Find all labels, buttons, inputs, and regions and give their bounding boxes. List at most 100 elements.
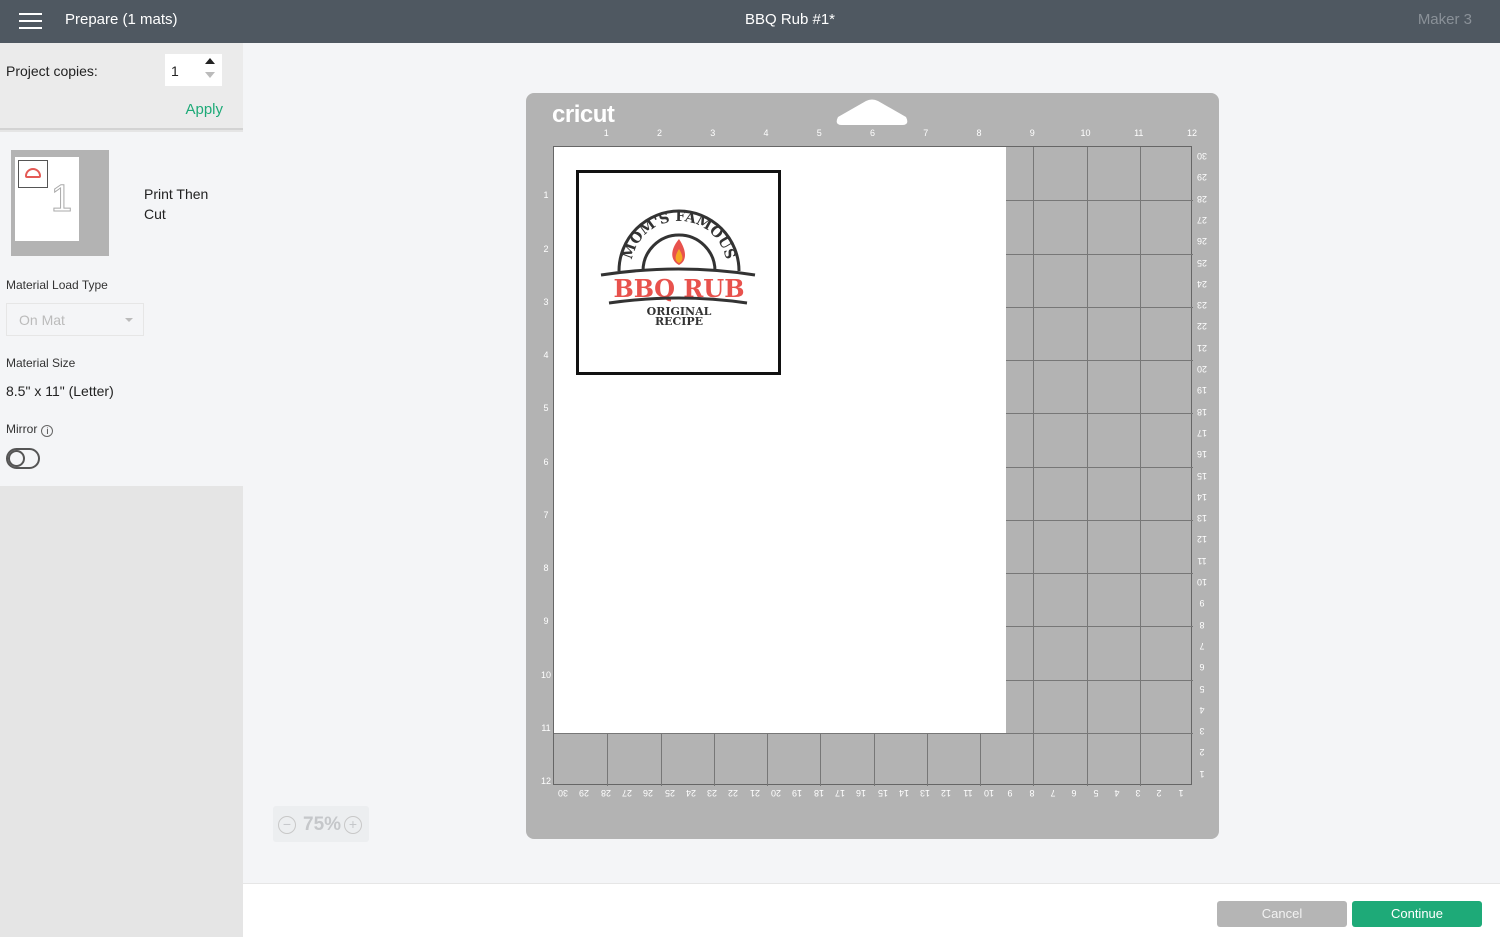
ruler-bottom-label: 21 [749, 788, 760, 798]
ruler-top-label: 10 [1080, 128, 1091, 138]
ruler-right-label: 9 [1199, 598, 1205, 609]
design-bbq-rub[interactable]: MOM'S FAMOUS BBQ RUB ORIGINAL RECIPE [576, 170, 781, 375]
mirror-toggle[interactable] [6, 448, 40, 469]
mirror-label: Mirror [6, 422, 38, 436]
bbq-rub-logo: MOM'S FAMOUS BBQ RUB ORIGINAL RECIPE [600, 209, 756, 328]
ruler-right-label: 21 [1197, 342, 1208, 353]
ruler-top-label: 4 [763, 128, 769, 138]
ruler-bottom-label: 22 [728, 788, 739, 798]
zoom-control: − 75% + [273, 806, 369, 842]
ruler-right-label: 7 [1199, 640, 1205, 651]
ruler-left-label: 3 [543, 296, 549, 307]
ruler-top-label: 1 [603, 128, 609, 138]
continue-button[interactable]: Continue [1352, 901, 1482, 927]
load-type-label: Material Load Type [6, 278, 108, 292]
copies-value: 1 [171, 63, 179, 79]
ruler-right-label: 19 [1197, 385, 1208, 396]
ruler-left-label: 2 [543, 243, 549, 254]
ruler-bottom-label: 9 [1007, 788, 1013, 798]
ruler-bottom-label: 8 [1029, 788, 1035, 798]
zoom-in-icon[interactable]: + [344, 816, 362, 834]
ruler-right-label: 29 [1197, 172, 1208, 183]
ruler-bottom-label: 29 [579, 788, 590, 798]
ruler-left-label: 8 [543, 563, 549, 573]
sidebar: Project copies: 1 Apply 1 Print Then Cut… [0, 43, 243, 937]
ruler-bottom-label: 16 [856, 788, 867, 798]
chevron-down-icon [125, 318, 133, 322]
ruler-left-label: 9 [543, 616, 549, 627]
ruler-left-label: 11 [541, 722, 551, 733]
thumbnail-design [18, 160, 48, 188]
mat-number: 1 [50, 178, 73, 221]
ruler-right-label: 18 [1197, 406, 1208, 417]
ruler-bottom-label: 25 [664, 788, 675, 798]
ruler-right-label: 15 [1197, 470, 1208, 481]
ruler-bottom-label: 10 [984, 788, 995, 798]
increment-arrow-icon[interactable] [205, 58, 215, 64]
ruler-bottom-label: 18 [813, 788, 824, 798]
ruler-right-label: 16 [1197, 449, 1208, 460]
project-title: BBQ Rub #1* [744, 11, 836, 28]
ruler-top-label: 12 [1186, 128, 1197, 138]
ruler-right-label: 25 [1197, 257, 1208, 268]
ruler-top-label: 7 [923, 128, 929, 138]
ruler-top-label: 5 [816, 128, 822, 138]
ruler-bottom-label: 3 [1135, 788, 1141, 798]
load-type-value: On Mat [19, 312, 65, 328]
mat-mode: Print Then Cut [144, 186, 209, 222]
cutting-mat: cricut MOM'S FAMOUS BBQ RUB ORIGINAL REC… [526, 93, 1219, 839]
ruler-right-label: 8 [1199, 619, 1205, 630]
ruler-bottom-label: 27 [621, 788, 632, 798]
mat-settings: 1 Print Then Cut Material Load Type On M… [0, 132, 243, 486]
machine-selector[interactable]: Maker 3 [1418, 11, 1472, 28]
ruler-top-label: 2 [656, 128, 662, 138]
ruler-bottom-label: 30 [558, 788, 569, 798]
apply-button[interactable]: Apply [185, 101, 223, 118]
ruler-bottom-label: 12 [941, 788, 952, 798]
ruler-right-label: 28 [1197, 193, 1208, 204]
ruler-left-label: 7 [543, 509, 549, 520]
line2-text: RECIPE [655, 315, 703, 328]
info-icon[interactable]: i [41, 425, 54, 437]
ruler-bottom-label: 17 [834, 788, 845, 798]
ruler-left-label: 1 [543, 190, 549, 201]
cancel-button[interactable]: Cancel [1217, 901, 1347, 927]
ruler-top-label: 6 [869, 128, 875, 138]
ruler-bottom-label: 6 [1071, 788, 1077, 798]
ruler-bottom-label: 11 [963, 788, 973, 798]
cricut-logo: cricut [552, 101, 615, 128]
ruler-bottom-label: 24 [685, 788, 696, 798]
top-bar: Prepare (1 mats) BBQ Rub #1* Maker 3 [0, 0, 1500, 43]
zoom-level: 75% [303, 814, 342, 835]
ruler-right-label: 14 [1197, 491, 1208, 502]
ruler-bottom-label: 20 [771, 788, 782, 798]
ruler-right-label: 12 [1197, 534, 1208, 545]
ruler-right-label: 23 [1197, 300, 1208, 311]
ruler-bottom-label: 4 [1114, 788, 1120, 798]
ruler-left-label: 6 [543, 456, 549, 467]
ruler-bottom-label: 5 [1093, 788, 1099, 798]
ruler-right-label: 3 [1199, 726, 1205, 737]
ruler-right-label: 20 [1197, 364, 1208, 374]
mat-thumbnail[interactable]: 1 [11, 150, 109, 256]
load-type-select[interactable]: On Mat [6, 303, 144, 336]
ruler-bottom-label: 1 [1178, 788, 1184, 798]
zoom-out-icon[interactable]: − [278, 816, 296, 834]
ruler-right-label: 5 [1199, 683, 1205, 694]
ruler-bottom-label: 13 [920, 788, 931, 798]
ruler-right-label: 13 [1197, 513, 1208, 524]
ruler-bottom-label: 26 [643, 788, 654, 798]
ruler-right-label: 2 [1199, 747, 1205, 758]
project-copies-panel: Project copies: 1 Apply [0, 43, 243, 130]
ruler-bottom-label: 2 [1156, 788, 1162, 798]
ruler-right-label: 6 [1199, 662, 1205, 673]
ruler-right-label: 27 [1197, 214, 1208, 225]
decrement-arrow-icon[interactable] [205, 72, 215, 78]
ruler-bottom-label: 14 [898, 788, 909, 798]
ruler-right-label: 22 [1197, 321, 1208, 332]
ruler-left-label: 12 [540, 776, 551, 786]
ruler-top-label: 11 [1134, 128, 1144, 138]
ruler-bottom-label: 23 [707, 788, 718, 798]
ruler-top-label: 8 [976, 128, 982, 138]
ruler-top-label: 9 [1029, 128, 1035, 138]
